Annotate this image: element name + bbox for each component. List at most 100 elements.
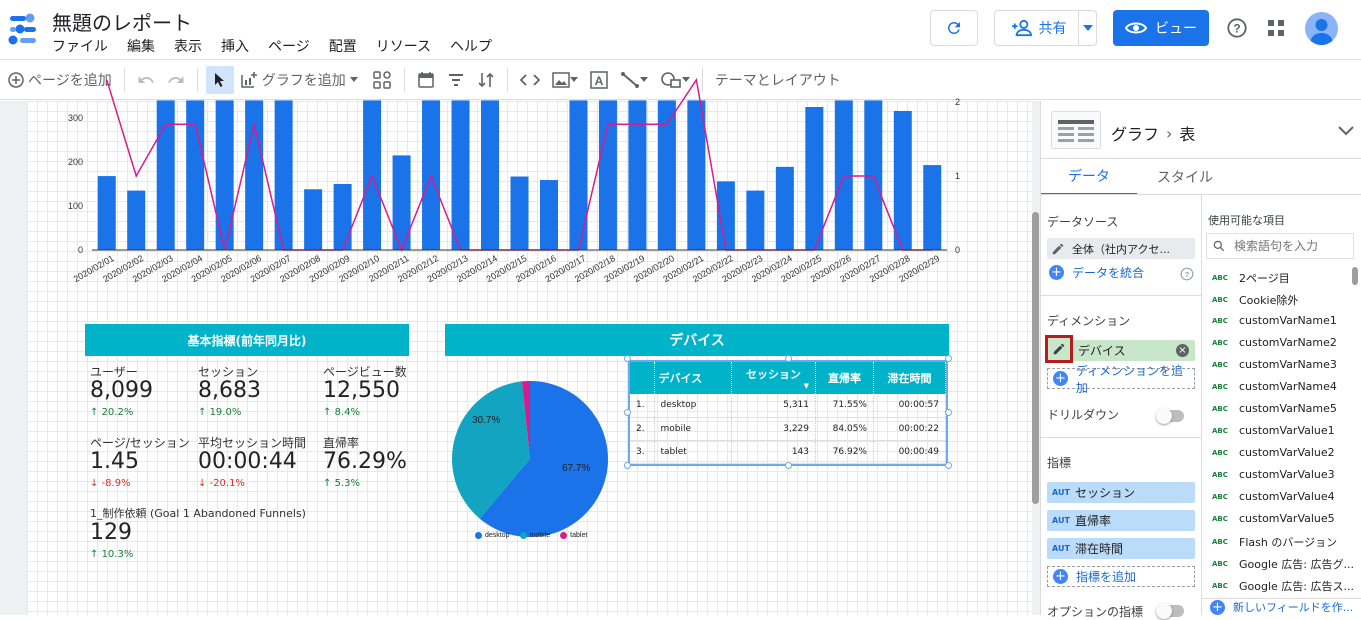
date-range-icon[interactable] (417, 71, 435, 89)
shape-button[interactable] (660, 71, 690, 89)
edit-dimension-button[interactable] (1045, 334, 1073, 363)
field-item[interactable]: ABC Cookie除外 (1212, 292, 1298, 308)
bar[interactable] (510, 176, 529, 250)
menu-resource[interactable]: リソース (376, 36, 431, 56)
code-icon[interactable] (519, 72, 540, 88)
select-tool[interactable] (205, 65, 234, 94)
dimension-chip[interactable]: デバイス × (1045, 334, 1195, 363)
metric-chip-bounce[interactable]: AUT 直帰率 (1047, 510, 1195, 531)
table-header-time[interactable]: 滞在時間 (873, 362, 946, 394)
add-chart-button[interactable]: グラフを追加 (240, 70, 360, 90)
menu-insert[interactable]: 挿入 (221, 36, 249, 56)
field-item[interactable]: ABC 2ページ目 (1212, 270, 1290, 286)
theme-layout-button[interactable]: テーマとレイアウト (715, 70, 841, 90)
add-dimension-button[interactable]: + ディメンションを追加 (1047, 364, 1195, 395)
bar[interactable] (657, 100, 676, 251)
field-item[interactable]: ABC customVarValue3 (1212, 468, 1335, 481)
bar[interactable] (333, 184, 352, 250)
chevron-down-icon[interactable] (1338, 126, 1354, 136)
field-item[interactable]: ABC customVarName4 (1212, 380, 1337, 393)
menu-view[interactable]: 表示 (174, 36, 202, 56)
bar[interactable] (245, 100, 264, 251)
field-item[interactable]: ABC customVarValue5 (1212, 512, 1335, 525)
resize-handle[interactable] (785, 355, 792, 362)
resize-handle[interactable] (945, 355, 952, 362)
blend-data-link[interactable]: + データを統合 (1047, 264, 1144, 281)
bar[interactable] (127, 190, 146, 250)
field-item[interactable]: ABC customVarValue4 (1212, 490, 1335, 503)
scorecard-header[interactable]: 基本指標(前年同月比) (85, 324, 409, 356)
table-header-sessions[interactable]: セッション ▼ (731, 362, 816, 394)
field-item[interactable]: ABC customVarName5 (1212, 402, 1337, 415)
field-item[interactable]: ABC customVarName1 (1212, 314, 1337, 327)
resize-handle[interactable] (624, 409, 631, 416)
resize-handle[interactable] (624, 355, 631, 362)
bar[interactable] (834, 100, 853, 251)
resize-handle[interactable] (945, 462, 952, 469)
menu-help[interactable]: ヘルプ (450, 36, 492, 56)
metric-chip-sessions[interactable]: AUT セッション (1047, 482, 1195, 503)
line-button[interactable] (620, 71, 648, 89)
chart-type-thumbnail[interactable] (1051, 111, 1101, 149)
menu-file[interactable]: ファイル (52, 36, 108, 56)
bar[interactable] (628, 100, 647, 251)
user-avatar[interactable] (1305, 12, 1338, 45)
add-metric-button[interactable]: + 指標を追加 (1047, 566, 1195, 587)
refresh-button[interactable] (930, 10, 978, 46)
field-item[interactable]: ABC customVarName2 (1212, 336, 1337, 349)
field-item[interactable]: ABC Google 広告: 広告ス... (1212, 578, 1354, 594)
bar[interactable] (598, 100, 617, 251)
fields-scrollbar[interactable] (1352, 267, 1358, 285)
new-field-link[interactable]: + 新しいフィールドを作... (1202, 598, 1361, 615)
share-dropdown[interactable] (1078, 11, 1096, 45)
tab-data[interactable]: データ (1041, 159, 1137, 195)
report-title[interactable]: 無題のレポート (52, 7, 192, 36)
datasource-chip[interactable]: 全体（社内アクセ... (1047, 238, 1195, 259)
device-table[interactable]: デバイス セッション ▼ 直帰率 滞在時間 1. desktop 5,311 71.55… (628, 360, 948, 466)
bar[interactable] (215, 100, 234, 251)
tab-style[interactable]: スタイル (1137, 159, 1233, 195)
field-item[interactable]: ABC Flash のバージョン (1212, 534, 1337, 550)
menu-edit[interactable]: 編集 (127, 36, 155, 56)
device-pie-chart[interactable]: 67.7% 30.7% (430, 358, 630, 558)
table-row[interactable]: 2. mobile 3,229 84.05% 00:00:22 (630, 417, 946, 441)
bar[interactable] (539, 180, 558, 250)
data-studio-logo[interactable] (8, 12, 38, 46)
text-box-icon[interactable]: A (589, 70, 608, 89)
bar[interactable] (805, 107, 824, 250)
table-row[interactable]: 1. desktop 5,311 71.55% 00:00:57 (630, 394, 946, 418)
bar[interactable] (274, 100, 293, 251)
bar[interactable] (923, 165, 942, 250)
menu-arrange[interactable]: 配置 (329, 36, 357, 56)
resize-handle[interactable] (624, 462, 631, 469)
apps-grid-icon[interactable] (1267, 19, 1285, 37)
field-search-input[interactable] (1234, 239, 1346, 253)
bar[interactable] (687, 100, 706, 251)
help-icon[interactable]: ? (1226, 17, 1248, 39)
bar[interactable] (304, 189, 323, 250)
field-search[interactable] (1206, 233, 1354, 259)
metric-chip-time[interactable]: AUT 滞在時間 (1047, 538, 1195, 559)
resize-handle[interactable] (785, 462, 792, 469)
field-item[interactable]: ABC customVarValue2 (1212, 446, 1335, 459)
resize-handle[interactable] (945, 409, 952, 416)
bar[interactable] (893, 110, 912, 251)
redo-icon[interactable] (167, 71, 185, 89)
add-control-icon[interactable] (372, 70, 392, 90)
bar[interactable] (156, 100, 175, 251)
bar[interactable] (186, 100, 205, 251)
bar[interactable] (746, 190, 765, 250)
field-item[interactable]: ABC Google 広告: 広告グ... (1212, 556, 1354, 572)
bar[interactable] (481, 100, 500, 251)
pencil-icon[interactable] (1051, 242, 1065, 256)
bar[interactable] (775, 166, 794, 250)
share-button[interactable]: 共有 (994, 10, 1097, 46)
bar[interactable] (97, 176, 116, 250)
menu-page[interactable]: ページ (268, 36, 310, 56)
table-header-bounce[interactable]: 直帰率 (815, 362, 874, 394)
canvas-scrollbar[interactable] (1032, 212, 1039, 504)
bar[interactable] (864, 100, 883, 251)
bar[interactable] (451, 100, 470, 251)
field-item[interactable]: ABC customVarValue1 (1212, 424, 1335, 437)
help-icon[interactable]: ? (1180, 267, 1194, 281)
